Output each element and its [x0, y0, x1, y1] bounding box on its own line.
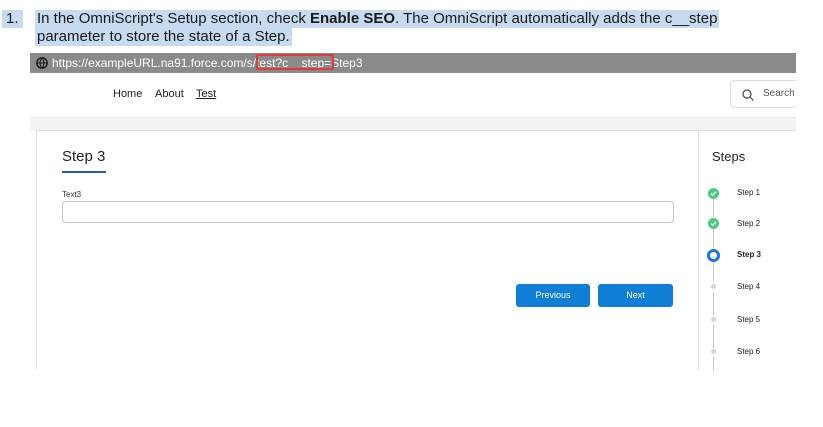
search-placeholder: Search — [763, 88, 795, 99]
instruction-line-1: In the OmniScript's Setup section, check… — [35, 10, 720, 28]
site-navigation: Home About Test Search — [30, 73, 796, 117]
instruction-line-1-start: In the OmniScript's Setup section, check — [37, 10, 310, 27]
instruction-line-2: parameter to store the state of a Step. — [35, 28, 292, 46]
text3-input[interactable] — [62, 201, 674, 223]
step-connector — [713, 357, 714, 370]
step-2-check-icon — [708, 218, 719, 229]
omniscript-container — [36, 130, 796, 370]
search-icon — [742, 89, 754, 101]
steps-panel-divider — [698, 131, 699, 370]
step-title: Step 3 — [62, 148, 106, 165]
nav-about-link[interactable]: About — [155, 88, 184, 100]
browser-address-bar[interactable]: https://exampleURL.na91.force.com/s/test… — [30, 53, 796, 73]
text3-label: Text3 — [62, 190, 82, 199]
step-connector — [713, 292, 714, 315]
step-connector — [713, 260, 714, 282]
step-3-current-icon — [707, 249, 720, 262]
step-title-underline — [62, 171, 106, 173]
step-4-dot-icon — [711, 284, 716, 289]
screenshot-frame: https://exampleURL.na91.force.com/s/test… — [30, 53, 796, 370]
page-header-band — [30, 117, 796, 131]
step-connector — [713, 325, 714, 348]
url-prefix: https://exampleURL.na91.force.com/s/test… — [52, 56, 283, 70]
nav-home-link[interactable]: Home — [113, 88, 142, 100]
steps-item-3[interactable]: Step 3 — [737, 250, 761, 259]
nav-test-link[interactable]: Test — [196, 88, 216, 100]
steps-item-4[interactable]: Step 4 — [737, 282, 760, 291]
steps-item-2[interactable]: Step 2 — [737, 219, 760, 228]
instruction-line-1-end: . The OmniScript automatically adds the … — [395, 10, 718, 27]
steps-item-5[interactable]: Step 5 — [737, 315, 760, 324]
next-button[interactable]: Next — [598, 284, 673, 307]
previous-button[interactable]: Previous — [516, 284, 590, 307]
steps-item-1[interactable]: Step 1 — [737, 188, 760, 197]
url-param-highlight-box — [256, 54, 334, 70]
step-connector — [713, 199, 714, 217]
instruction-bold-setting: Enable SEO — [310, 10, 396, 27]
search-box[interactable]: Search — [730, 80, 796, 108]
step-1-check-icon — [708, 188, 719, 199]
instruction-number: 1. — [2, 10, 23, 28]
step-connector — [713, 229, 714, 248]
globe-icon — [36, 57, 48, 69]
step-5-dot-icon — [711, 317, 716, 322]
steps-panel-title: Steps — [712, 149, 746, 164]
steps-item-6[interactable]: Step 6 — [737, 347, 760, 356]
step-6-dot-icon — [711, 349, 716, 354]
